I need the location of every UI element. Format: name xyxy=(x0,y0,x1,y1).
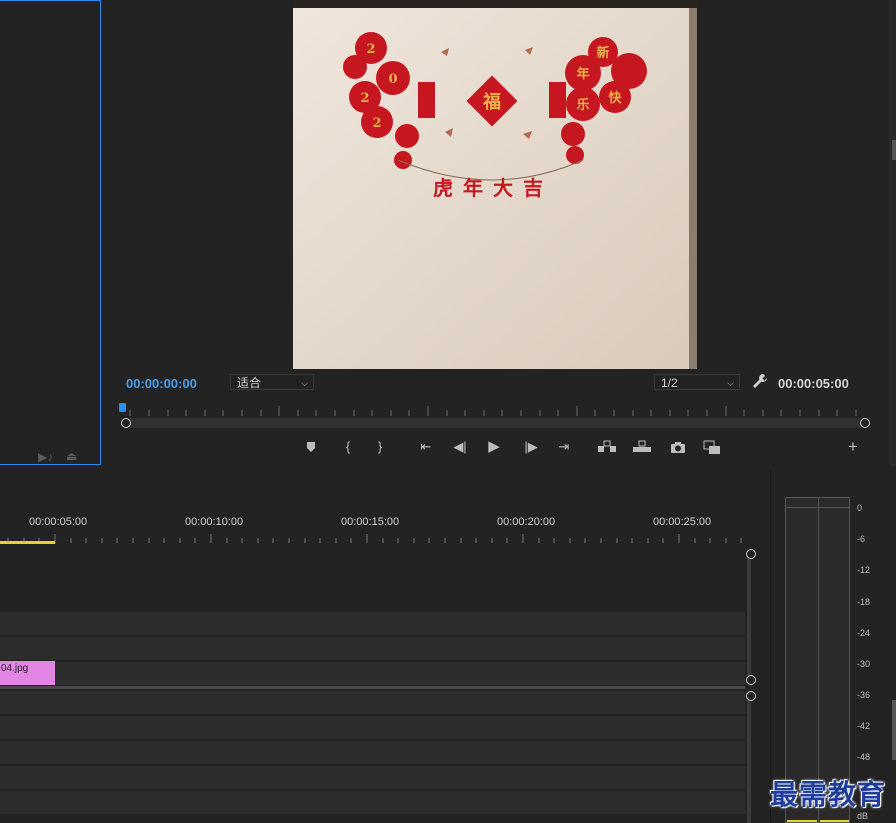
duration-timecode: 00:00:05:00 xyxy=(778,376,849,391)
ruler-label: 00:00:25:00 xyxy=(653,516,712,528)
zoom-scrollbar-left-handle[interactable] xyxy=(121,418,131,428)
go-to-out-icon[interactable]: ⇥ xyxy=(553,437,575,457)
playback-resolution-select[interactable]: 1/2 ⌵ xyxy=(654,374,740,390)
scroll-handle-top[interactable] xyxy=(746,691,756,701)
zoom-level-select[interactable]: 适合 ⌵ xyxy=(230,374,314,390)
add-marker-icon[interactable] xyxy=(300,437,322,457)
meter-scale-label: -30 xyxy=(857,659,871,669)
panel-divider xyxy=(889,0,896,466)
meter-scale-label: -18 xyxy=(857,597,871,607)
ruler-label: 00:00:10:00 xyxy=(185,516,244,528)
zoom-scrollbar[interactable] xyxy=(126,418,866,428)
audio-track-a5[interactable] xyxy=(0,791,745,814)
chevron-down-icon: ⌵ xyxy=(727,378,734,388)
video-track-v2[interactable] xyxy=(0,637,745,660)
comparison-view-icon[interactable] xyxy=(701,437,723,457)
monitor-time-ruler[interactable] xyxy=(118,400,874,420)
svg-text:2: 2 xyxy=(360,91,369,106)
audio-track-a4[interactable] xyxy=(0,766,745,789)
work-area-bar[interactable] xyxy=(0,541,55,544)
svg-text:年: 年 xyxy=(576,66,589,82)
meter-scale-label: -36 xyxy=(857,690,871,700)
svg-text:乐: 乐 xyxy=(576,97,589,113)
wrench-icon[interactable] xyxy=(752,373,768,389)
svg-text:2: 2 xyxy=(366,42,375,57)
video-tracks-scrollbar[interactable] xyxy=(747,553,751,679)
meter-scale-label: 0 xyxy=(857,503,863,513)
watermark-logo: 最需教育 xyxy=(770,778,887,811)
panel-scrollbar[interactable] xyxy=(892,700,896,760)
scroll-handle-top[interactable] xyxy=(746,549,756,559)
svg-text:福: 福 xyxy=(482,91,501,113)
audio-track-a2[interactable] xyxy=(0,716,745,739)
step-forward-icon[interactable]: |▶ xyxy=(520,437,542,457)
svg-text:2: 2 xyxy=(372,116,381,131)
meter-scale-label: -24 xyxy=(857,628,871,638)
meter-scale-label: -12 xyxy=(857,565,871,575)
playhead-marker[interactable] xyxy=(119,403,126,412)
chevron-down-icon: ⌵ xyxy=(301,378,308,388)
panel-scrollbar[interactable] xyxy=(892,140,896,160)
audio-track-a1[interactable] xyxy=(0,691,745,714)
ruler-label: 00:00:05:00 xyxy=(29,516,88,528)
export-frame-icon[interactable] xyxy=(667,437,689,457)
meter-scale-label: -6 xyxy=(857,534,866,544)
audio-track-a3[interactable] xyxy=(0,741,745,764)
mark-in-icon[interactable]: { xyxy=(337,437,359,457)
banner-text: 虎年大吉 xyxy=(433,176,553,200)
current-timecode[interactable]: 00:00:00:00 xyxy=(126,376,197,391)
svg-text:快: 快 xyxy=(608,90,622,106)
video-frame: 2022 新年快乐 福 虎年大吉 xyxy=(293,0,697,369)
extract-icon[interactable] xyxy=(631,437,653,457)
lift-icon[interactable] xyxy=(596,437,618,457)
add-button-icon[interactable]: + xyxy=(842,437,864,457)
project-panel: ▶♪ ⏏ xyxy=(0,0,101,465)
wall-decoration-image: 2022 新年快乐 福 虎年大吉 xyxy=(293,0,697,369)
audio-tracks-scrollbar[interactable] xyxy=(747,695,751,823)
scroll-handle-bottom[interactable] xyxy=(746,675,756,685)
video-track-v3[interactable] xyxy=(0,612,745,635)
video-track-v1[interactable] xyxy=(0,662,745,685)
svg-text:新: 新 xyxy=(596,45,609,61)
export-icon[interactable]: ⏏ xyxy=(66,449,77,463)
mark-out-icon[interactable]: } xyxy=(369,437,391,457)
ruler-label: 00:00:20:00 xyxy=(497,516,556,528)
timeline-clip[interactable]: 04.jpg xyxy=(0,661,55,685)
meter-scale-label: -48 xyxy=(857,752,871,762)
playback-resolution-value: 1/2 xyxy=(661,376,678,390)
play-icon[interactable]: ▶ xyxy=(483,437,505,457)
automate-to-sequence-icon[interactable]: ▶♪ xyxy=(38,450,53,464)
step-back-icon[interactable]: ◀| xyxy=(449,437,471,457)
track-divider[interactable] xyxy=(0,686,745,689)
ruler-label: 00:00:15:00 xyxy=(341,516,400,528)
zoom-level-value: 适合 xyxy=(237,376,262,390)
svg-text:0: 0 xyxy=(388,72,397,87)
meter-scale-label: -42 xyxy=(857,721,871,731)
zoom-scrollbar-right-handle[interactable] xyxy=(860,418,870,428)
go-to-in-icon[interactable]: ⇤ xyxy=(415,437,437,457)
